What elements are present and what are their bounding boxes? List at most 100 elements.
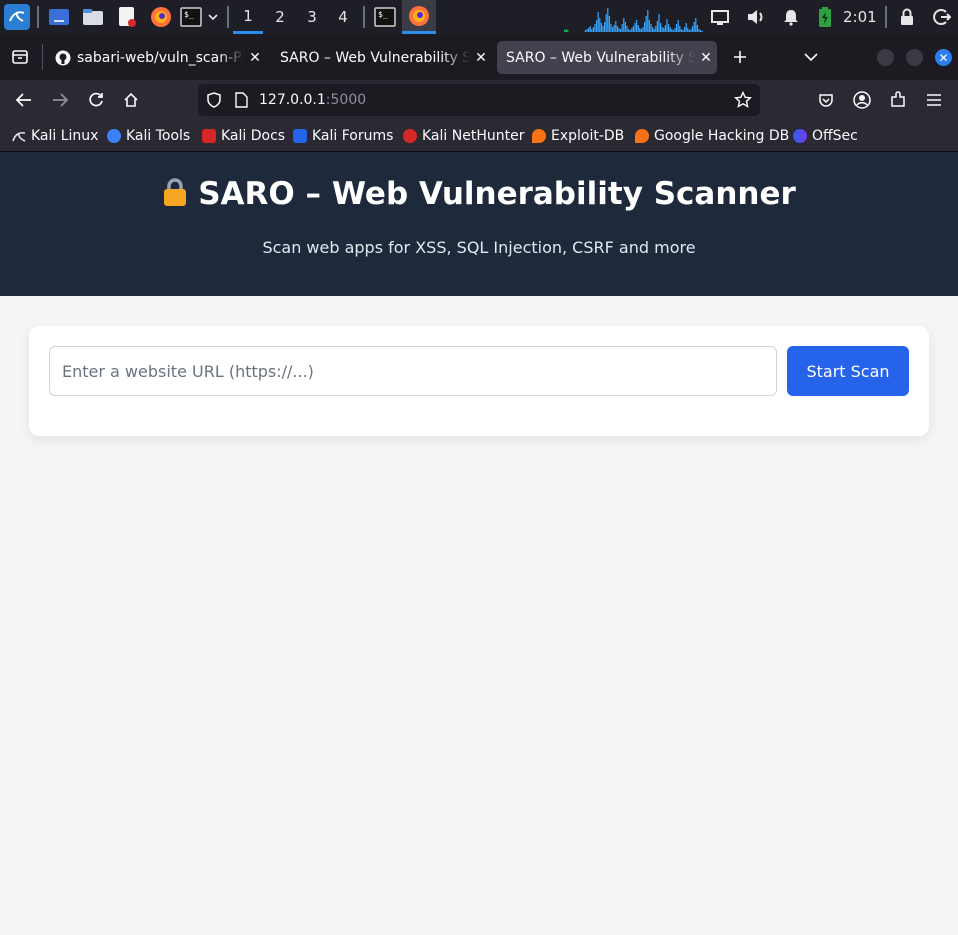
offsec-icon	[793, 128, 807, 143]
close-icon[interactable]: ✕	[470, 50, 492, 66]
battery-icon[interactable]	[813, 5, 837, 29]
close-icon[interactable]: ✕	[695, 50, 717, 66]
network-graph-bar	[676, 24, 678, 32]
kali-menu-icon[interactable]	[4, 4, 30, 30]
network-graph-bar	[671, 29, 673, 32]
list-all-tabs-icon[interactable]	[799, 45, 823, 69]
terminal-task-button[interactable]: $_	[369, 0, 401, 34]
network-graph-bar	[586, 29, 588, 32]
github-icon	[55, 50, 71, 66]
logout-icon[interactable]	[930, 5, 954, 29]
network-graph-bar	[663, 28, 665, 32]
kali-dragon-icon	[12, 129, 26, 143]
pocket-icon[interactable]	[814, 88, 838, 112]
reload-icon[interactable]	[84, 88, 108, 112]
extensions-icon[interactable]	[886, 88, 910, 112]
home-icon[interactable]	[119, 88, 143, 112]
forward-arrow-icon[interactable]	[48, 88, 72, 112]
new-tab-icon[interactable]	[728, 45, 752, 69]
network-graph-bar	[642, 27, 644, 32]
network-graph-bar	[668, 24, 670, 32]
bookmark-label: Kali Tools	[126, 127, 191, 144]
exploit-db-icon	[532, 128, 546, 143]
network-monitor-graph	[564, 8, 703, 32]
minimize-button[interactable]	[877, 49, 894, 66]
network-graph-bar	[664, 25, 666, 32]
network-graph-bar	[628, 29, 630, 32]
chevron-down-icon[interactable]	[205, 5, 221, 29]
text-editor-icon[interactable]	[115, 5, 139, 29]
network-graph-bar	[584, 30, 586, 32]
workspace-3[interactable]: 3	[297, 0, 327, 34]
page-title: SARO – Web Vulnerability Scanner	[198, 176, 796, 212]
tab-title: SARO – Web Vulnerability Sc	[506, 49, 695, 66]
network-graph-bar	[564, 30, 566, 32]
bookmark-kali-forums[interactable]: Kali Forums	[293, 120, 393, 151]
bookmark-label: Exploit-DB	[551, 127, 625, 144]
network-graph-bar	[656, 21, 658, 32]
tracking-protection-shield-icon[interactable]	[206, 92, 222, 112]
url-port: :5000	[325, 92, 367, 108]
tab-saro-1[interactable]: SARO – Web Vulnerability Sc ✕	[271, 41, 492, 74]
bookmark-offsec[interactable]: OffSec	[793, 120, 858, 151]
network-graph-bar	[591, 29, 593, 32]
nethunter-icon	[403, 128, 417, 143]
workspace-2[interactable]: 2	[265, 0, 295, 34]
network-graph-bar	[640, 29, 642, 32]
desktop-icon[interactable]	[47, 5, 71, 29]
network-graph-bar	[672, 30, 674, 32]
bookmark-label: Kali Docs	[221, 127, 286, 144]
network-graph-bar	[602, 26, 604, 32]
display-icon[interactable]	[708, 5, 732, 29]
bookmark-exploit-db[interactable]: Exploit-DB	[532, 120, 624, 151]
bookmark-kali-nethunter[interactable]: Kali NetHunter	[403, 120, 524, 151]
url-host: 127.0.0.1	[259, 92, 326, 108]
bookmark-kali-tools[interactable]: Kali Tools	[107, 120, 190, 151]
network-graph-bar	[615, 21, 617, 32]
window-close-button[interactable]: ✕	[935, 49, 952, 66]
workspace-4[interactable]: 4	[328, 0, 358, 34]
scan-form-card: Start Scan	[29, 326, 929, 436]
network-graph-bar	[688, 30, 690, 32]
network-graph-bar	[623, 18, 625, 32]
bookmark-star-icon[interactable]	[733, 90, 753, 113]
clock[interactable]: 2:01	[843, 0, 877, 34]
network-graph-bar	[660, 23, 662, 32]
ghdb-icon	[635, 128, 649, 143]
close-icon[interactable]: ✕	[244, 50, 266, 66]
maximize-button[interactable]	[906, 49, 923, 66]
workspace-1[interactable]: 1	[233, 0, 263, 34]
network-graph-bar	[696, 25, 698, 32]
terminal-icon[interactable]: $_	[179, 5, 203, 29]
account-icon[interactable]	[850, 88, 874, 112]
firefox-view-icon[interactable]	[8, 45, 32, 69]
start-scan-button[interactable]: Start Scan	[787, 346, 909, 396]
file-manager-icon[interactable]	[81, 5, 105, 29]
kali-forums-icon	[293, 128, 307, 143]
page-info-icon[interactable]	[234, 92, 248, 112]
firefox-icon[interactable]	[149, 5, 173, 29]
back-arrow-icon[interactable]	[12, 88, 36, 112]
network-graph-bar	[661, 27, 663, 32]
bookmark-google-hacking-db[interactable]: Google Hacking DB	[635, 120, 789, 151]
network-graph-bar	[589, 26, 591, 32]
bookmark-kali-linux[interactable]: Kali Linux	[12, 120, 98, 151]
firefox-task-button[interactable]	[402, 0, 436, 34]
network-graph-bar	[666, 19, 668, 32]
network-graph-bar	[684, 27, 686, 32]
lock-icon[interactable]	[895, 5, 919, 29]
url-input[interactable]	[49, 346, 777, 396]
volume-icon[interactable]	[744, 5, 768, 29]
network-graph-bar	[567, 30, 569, 32]
network-graph-bar	[692, 26, 694, 32]
tab-saro-2[interactable]: SARO – Web Vulnerability Sc ✕	[497, 41, 717, 74]
bookmark-kali-docs[interactable]: Kali Docs	[202, 120, 285, 151]
tab-github[interactable]: sabari-web/vuln_scan-Pr ✕	[46, 41, 266, 74]
hamburger-menu-icon[interactable]	[922, 88, 946, 112]
network-graph-bar	[650, 24, 652, 32]
address-bar[interactable]: 127.0.0.1:5000	[198, 84, 760, 116]
bookmark-label: OffSec	[812, 127, 858, 144]
notification-bell-icon[interactable]	[779, 5, 803, 29]
network-graph-bar	[636, 20, 638, 32]
page-title-row: SARO – Web Vulnerability Scanner	[0, 176, 958, 215]
